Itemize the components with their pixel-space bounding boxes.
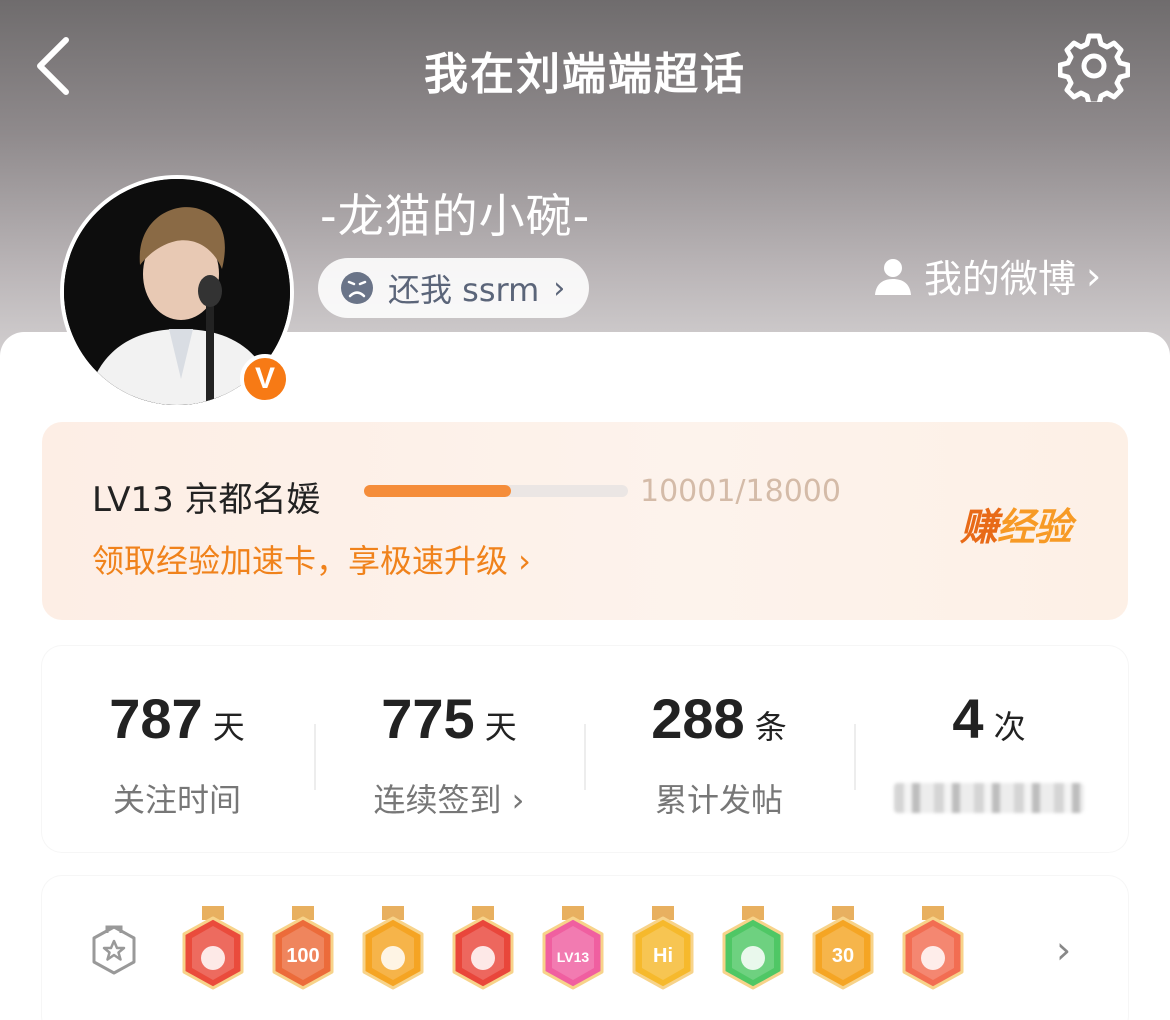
my-weibo-label: 我的微博 [924,257,1077,301]
hand-badge[interactable] [718,906,788,992]
level-panel: LV13 京都名媛 10001/18000 领取经验加速卡，享极速升级 › 赚经… [42,422,1128,620]
stat-unit: 条 [754,708,787,746]
stat-label: 关注时间 [112,781,241,819]
status-tag-button[interactable]: 还我 ssrm › [318,258,590,318]
earn-label-part2: 经验 [997,505,1072,549]
lv13-badge[interactable]: LV13 [538,906,608,992]
stat-unit: 天 [484,708,517,746]
rock-hand-badge[interactable] [898,906,968,992]
stat-value: 775 [381,687,475,750]
stats-panel: 787 天 关注时间 775 天 连续签到 › 288 条 累计发帖 4次 [42,646,1128,852]
crown-badge[interactable] [358,906,428,992]
badge-wall-icon[interactable] [90,924,138,976]
stat-follow-days: 787 天 关注时间 [42,686,312,821]
blurred-text [894,783,1084,813]
badges-panel[interactable]: 100 LV13 Hi 30 › [42,876,1128,1020]
stat-value: 787 [109,687,203,750]
stat-value: 288 [651,687,745,750]
hi-badge[interactable]: Hi [628,906,698,992]
svg-text:100: 100 [286,945,319,967]
level-progress-fill [364,485,511,497]
chevron-right-icon: › [553,270,566,306]
status-tag-label: 还我 ssrm [388,271,540,309]
chevron-right-icon[interactable]: › [1056,928,1071,972]
stat-checkin-days[interactable]: 775 天 连续签到 › [314,686,584,821]
svg-text:LV13: LV13 [557,949,590,965]
chevron-right-icon: › [1086,253,1102,298]
gear-icon [1057,33,1131,107]
stat-value: 4 [952,687,984,750]
stat-label: 累计发帖 [654,781,783,819]
earn-exp-button[interactable]: 赚经验 [960,496,1072,551]
sad-face-icon [341,272,373,304]
cat-red-badge[interactable] [448,906,518,992]
earn-label-part1: 赚 [960,505,998,549]
person-icon [875,258,911,295]
settings-button[interactable] [1057,30,1131,107]
stat-posts: 288 条 累计发帖 [584,686,854,821]
stat-label[interactable]: 连续签到 › [314,775,584,821]
page-title: 我在刘端端超话 [424,49,746,100]
level-label: LV13 京都名媛 [92,480,321,520]
30-days-badge[interactable]: 30 [808,906,878,992]
stat-label-redacted [854,775,1124,821]
verified-badge: V [240,354,290,404]
user-nickname: -龙猫的小碗- [320,189,591,243]
svg-text:30: 30 [832,945,854,967]
cat-badge[interactable] [178,906,248,992]
my-weibo-link[interactable]: 我的微博 › [872,248,1101,303]
stat-times: 4次 [854,686,1124,821]
level-progress-text: 10001/18000 [640,474,841,509]
speed-card-link[interactable]: 领取经验加速卡，享极速升级 › [92,536,531,582]
stat-unit: 天 [212,708,245,746]
svg-text:Hi: Hi [653,945,673,967]
level-progress-bar [364,485,628,497]
stat-unit: 次 [993,708,1026,746]
100-days-badge[interactable]: 100 [268,906,338,992]
